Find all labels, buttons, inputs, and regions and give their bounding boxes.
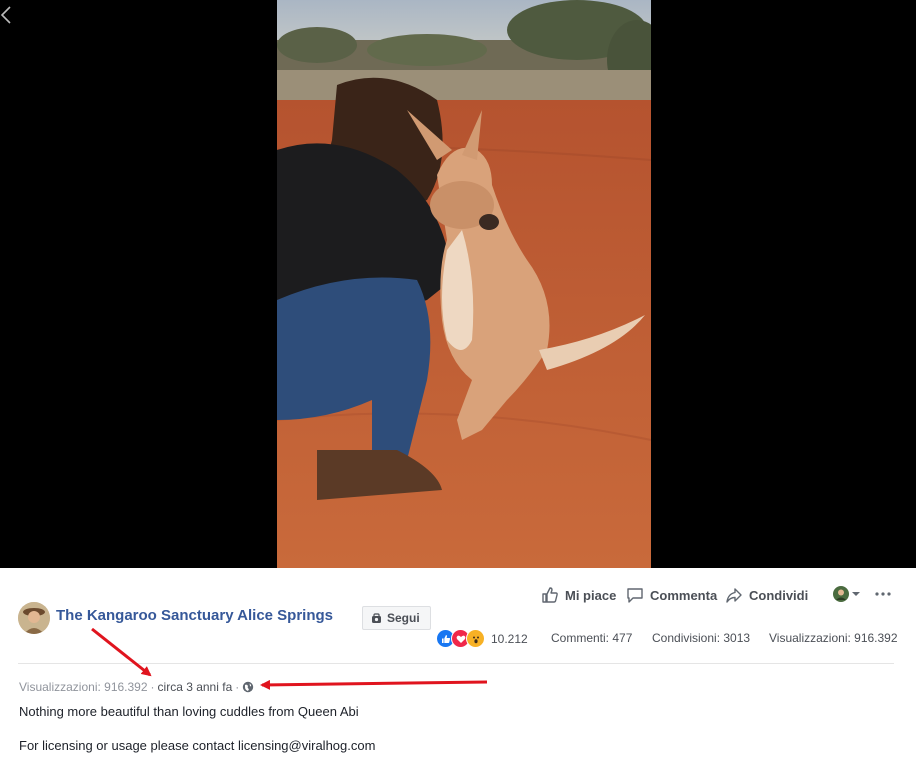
share-arrow-icon (726, 588, 742, 603)
meta-views: Visualizzazioni: 916.392 (19, 680, 148, 694)
comment-label: Commenta (650, 587, 718, 603)
reactions-summary[interactable]: 10.212 (436, 629, 528, 648)
video-player[interactable] (277, 0, 651, 568)
post-timestamp[interactable]: circa 3 anni fa (158, 680, 233, 694)
user-avatar-icon (833, 586, 849, 602)
speech-bubble-icon (627, 588, 643, 603)
share-label: Condividi (749, 587, 809, 603)
post-description: Nothing more beautiful than loving cuddl… (19, 704, 359, 719)
follow-button[interactable]: Segui (362, 606, 431, 630)
follow-icon (372, 612, 381, 623)
like-button[interactable]: Mi piace (541, 586, 616, 604)
page-name-link[interactable]: The Kangaroo Sanctuary Alice Springs (56, 607, 333, 624)
comments-count[interactable]: Commenti: 477 (551, 631, 632, 645)
avatar[interactable] (18, 602, 50, 634)
meta-separator: · (235, 680, 240, 694)
divider (18, 663, 894, 664)
wow-reaction-icon (466, 629, 485, 648)
share-button[interactable]: Condividi (725, 586, 808, 604)
reactions-count: 10.212 (491, 631, 528, 646)
post-as-selector[interactable] (833, 586, 860, 602)
shares-count[interactable]: Condivisioni: 3013 (652, 631, 750, 645)
chevron-left-icon[interactable] (0, 4, 14, 26)
like-label: Mi piace (565, 587, 617, 603)
thumbs-up-icon (542, 587, 558, 603)
post-meta: Visualizzazioni: 916.392 · circa 3 anni … (19, 680, 254, 694)
views-count: Visualizzazioni: 916.392 (769, 631, 898, 645)
chevron-down-icon (852, 592, 860, 596)
post-licensing: For licensing or usage please contact li… (19, 738, 376, 753)
video-frame-image (277, 0, 651, 568)
meta-separator: · (150, 680, 155, 694)
more-options-button[interactable] (874, 585, 892, 603)
comment-button[interactable]: Commenta (626, 586, 717, 604)
globe-icon[interactable] (242, 681, 254, 693)
follow-label: Segui (387, 611, 420, 625)
more-dots-icon (875, 592, 891, 596)
